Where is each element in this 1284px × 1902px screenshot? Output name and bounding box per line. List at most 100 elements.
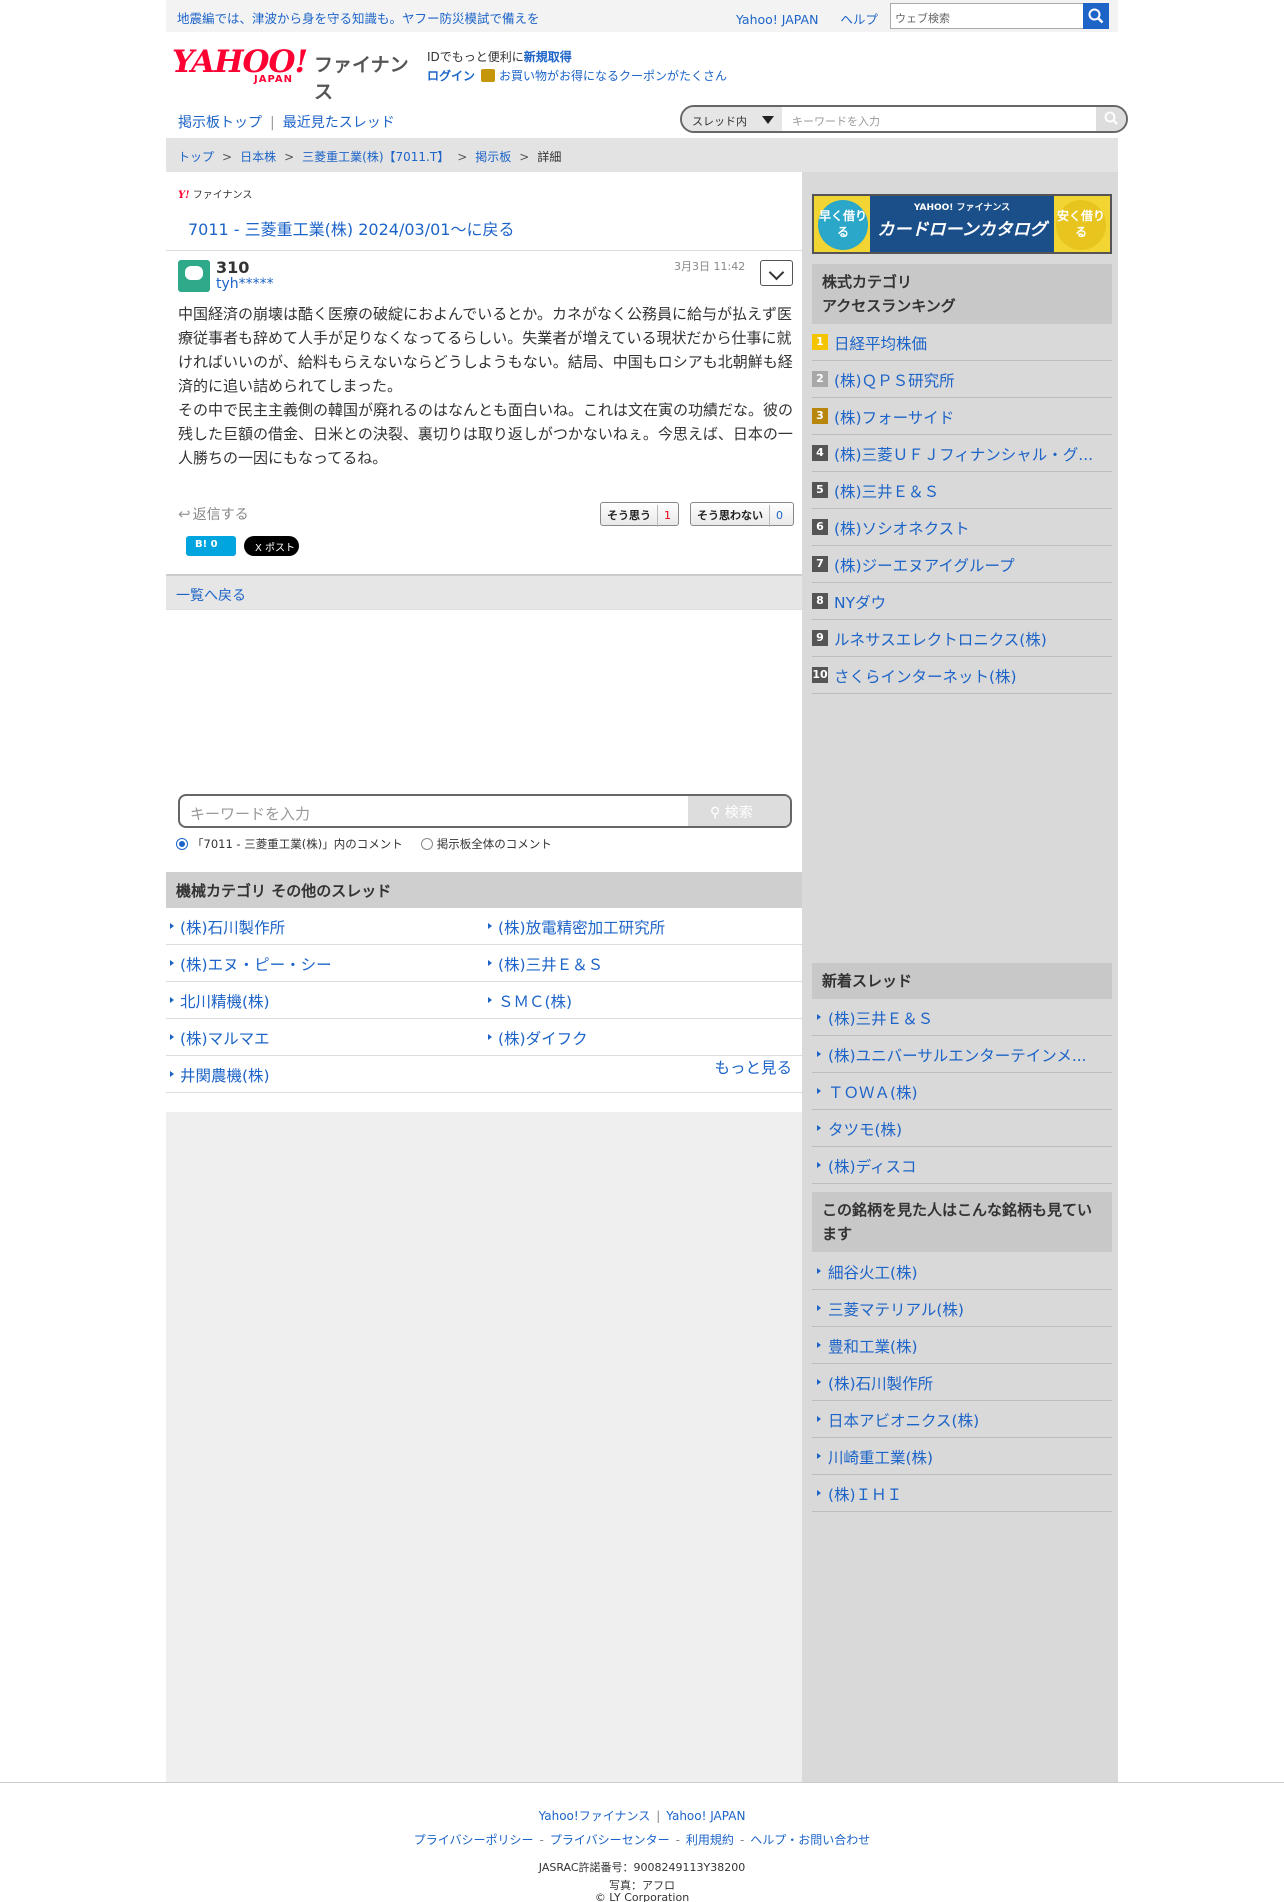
new-thread-item[interactable]: (株)三井Ｅ＆Ｓ [812, 999, 1112, 1036]
new-thread-item[interactable]: (株)ユニバーサルエンターテインメ... [812, 1036, 1112, 1073]
ad-cheap-badge: 安く借りる [1056, 200, 1106, 250]
also-viewed-item[interactable]: 三菱マテリアル(株) [812, 1290, 1112, 1327]
footer-privacy-center-link[interactable]: プライバシーセンター [550, 1833, 670, 1847]
also-viewed-item[interactable]: (株)石川製作所 [812, 1364, 1112, 1401]
dropdown-arrow-icon [762, 116, 774, 124]
yahoo-japan-link[interactable]: Yahoo! JAPAN [736, 12, 818, 27]
more-threads-link[interactable]: もっと見る [714, 1056, 792, 1078]
footer-yahoo-finance-link[interactable]: Yahoo!ファイナンス [539, 1809, 651, 1823]
ranking-item[interactable]: 1 日経平均株価 [812, 324, 1112, 361]
also-viewed-title: この銘柄を見た人はこんな銘柄も見ています [812, 1192, 1112, 1252]
breadcrumb-japan-stocks[interactable]: 日本株 [240, 150, 276, 164]
reply-button[interactable]: ↩ 返信する [178, 504, 249, 524]
web-search-input[interactable]: ウェブ検索 [890, 3, 1084, 29]
ranking-item[interactable]: 2 (株)ＱＰＳ研究所 [812, 361, 1112, 398]
help-link[interactable]: ヘルプ [840, 12, 878, 27]
rank-badge: 5 [812, 482, 828, 498]
ranking-item[interactable]: 5 (株)三井Ｅ＆Ｓ [812, 472, 1112, 509]
other-thread-item[interactable]: 井関農機(株) [166, 1056, 802, 1093]
rank-badge: 7 [812, 556, 828, 572]
keyword-search: キーワードを入力 ⚲ 検索 [178, 794, 792, 828]
radio-all-label: 掲示板全体のコメント [436, 837, 552, 851]
coupon-link[interactable]: お買い物がお得になるクーポンがたくさん [499, 69, 727, 83]
disagree-button[interactable]: そう思わない 0 [690, 502, 794, 527]
ad-brand: YAHOO! ファイナンス [913, 203, 1011, 213]
also-viewed-item[interactable]: (株)ＩＨＩ [812, 1475, 1112, 1512]
footer: Yahoo!ファイナンス | Yahoo! JAPAN プライバシーポリシー - プライ… [0, 1782, 1284, 1902]
keyword-search-input[interactable]: キーワードを入力 [190, 803, 310, 824]
ranking-item[interactable]: 9 ルネサスエレクトロニクス(株) [812, 620, 1112, 657]
footer-help-link[interactable]: ヘルプ・お問い合わせ [750, 1833, 870, 1847]
ranking-item[interactable]: 4 (株)三菱ＵＦＪフィナンシャル・グ... [812, 435, 1112, 472]
footer-copyright: © LY Corporation [594, 1891, 690, 1902]
new-thread-item[interactable]: タツモ(株) [812, 1110, 1112, 1147]
other-threads-title: 機械カテゴリ その他のスレッド [166, 872, 802, 908]
also-viewed-item[interactable]: 川崎重工業(株) [812, 1438, 1112, 1475]
web-search-button[interactable] [1083, 3, 1109, 29]
other-thread-item[interactable]: (株)エヌ・ピー・シー [166, 945, 484, 982]
footer-terms-link[interactable]: 利用規約 [686, 1833, 734, 1847]
new-thread-item[interactable]: (株)ディスコ [812, 1147, 1112, 1184]
radio-thread-comments[interactable] [176, 838, 188, 850]
other-thread-item[interactable]: (株)石川製作所 [166, 908, 484, 945]
footer-jasrac: JASRAC許諾番号：9008249113Y38200 [538, 1861, 746, 1874]
reply-arrow-icon: ↩ [178, 505, 191, 523]
agree-button[interactable]: そう思う 1 [600, 502, 679, 527]
other-thread-item[interactable]: (株)放電精密加工研究所 [484, 908, 802, 945]
ad-fast-badge: 早く借りる [818, 200, 868, 250]
comment-number: 310 [216, 258, 250, 277]
rank-badge: 1 [812, 334, 828, 350]
back-to-list-link[interactable]: 一覧へ戻る [166, 574, 802, 610]
user-avatar [178, 260, 210, 292]
rank-badge: 9 [812, 630, 828, 646]
ranking-item[interactable]: 8 NYダウ [812, 583, 1112, 620]
radio-all-comments[interactable] [420, 838, 433, 850]
login-link[interactable]: ログイン [427, 69, 475, 83]
thread-search-button[interactable] [1096, 107, 1126, 131]
search-icon [1104, 111, 1118, 125]
other-thread-item[interactable]: (株)ダイフク [484, 1019, 802, 1056]
disaster-notice-link[interactable]: 地震編では、津波から身を守る知識も。ヤフー防災模試で備えを [177, 8, 540, 27]
ranking-item[interactable]: 10 さくらインターネット(株) [812, 657, 1112, 694]
thread-search: スレッド内 キーワードを入力 [680, 105, 1128, 133]
search-scope-select[interactable]: スレッド内 [682, 107, 782, 131]
other-thread-item[interactable]: 北川精機(株) [166, 982, 484, 1019]
agree-count: 1 [657, 505, 677, 527]
recent-threads-link[interactable]: 最近見たスレッド [283, 115, 395, 131]
breadcrumb-top[interactable]: トップ [178, 150, 214, 164]
footer-yahoo-japan-link[interactable]: Yahoo! JAPAN [666, 1809, 745, 1823]
keyword-search-button[interactable]: ⚲ 検索 [688, 796, 790, 826]
breadcrumb-board[interactable]: 掲示板 [475, 150, 511, 164]
yahoo-finance-logo[interactable]: YAHOO! JAPAN ファイナンス [172, 44, 417, 103]
footer-privacy-policy-link[interactable]: プライバシーポリシー [414, 1833, 534, 1847]
breadcrumb-current: 詳細 [537, 150, 562, 164]
rank-badge: 10 [812, 667, 828, 683]
main-column: Y! ファイナンス 7011 - 三菱重工業(株) 2024/03/01〜に戻る… [166, 172, 802, 1782]
comment-user-link[interactable]: tyh***** [216, 276, 274, 292]
other-thread-item[interactable]: (株)マルマエ [166, 1019, 484, 1056]
thread-search-input[interactable]: キーワードを入力 [792, 113, 880, 129]
also-viewed-item[interactable]: 日本アビオニクス(株) [812, 1401, 1112, 1438]
other-thread-item[interactable]: ＳＭＣ(株) [484, 982, 802, 1019]
also-viewed-item[interactable]: 細谷火工(株) [812, 1253, 1112, 1290]
ranking-item[interactable]: 6 (株)ソシオネクスト [812, 509, 1112, 546]
card-loan-ad-banner[interactable]: 早く借りる YAHOO! ファイナンス カードローンカタログ 安く借りる [812, 194, 1112, 254]
new-thread-item[interactable]: ＴＯＷＡ(株) [812, 1073, 1112, 1110]
comment-body: 中国経済の崩壊は酷く医療の破綻におよんでいるとか。カネがなく公務員に給与が払えず… [178, 305, 794, 467]
comment-date: 3月3日 11:42 [674, 260, 746, 273]
thread-back-link[interactable]: 7011 - 三菱重工業(株) 2024/03/01〜に戻る [188, 216, 514, 240]
also-viewed-item[interactable]: 豊和工業(株) [812, 1327, 1112, 1364]
hatena-bookmark-button[interactable]: B! 0 [186, 536, 236, 556]
disagree-count: 0 [769, 505, 789, 527]
login-area: IDでもっと便利に新規取得 ログイン お買い物がお得になるクーポンがたくさん [427, 48, 727, 86]
x-post-button[interactable]: X ポスト [244, 536, 299, 556]
breadcrumb-stock[interactable]: 三菱重工業(株)【7011.T】 [302, 150, 449, 164]
ranking-item[interactable]: 3 (株)フォーサイド [812, 398, 1112, 435]
rank-badge: 6 [812, 519, 828, 535]
other-thread-item[interactable]: (株)三井Ｅ＆Ｓ [484, 945, 802, 982]
ad-title: カードローンカタログ [877, 220, 1047, 240]
comment-menu-button[interactable] [760, 260, 793, 286]
ranking-item[interactable]: 7 (株)ジーエヌアイグループ [812, 546, 1112, 583]
board-top-link[interactable]: 掲示板トップ [178, 115, 262, 131]
signup-link[interactable]: 新規取得 [524, 50, 572, 64]
